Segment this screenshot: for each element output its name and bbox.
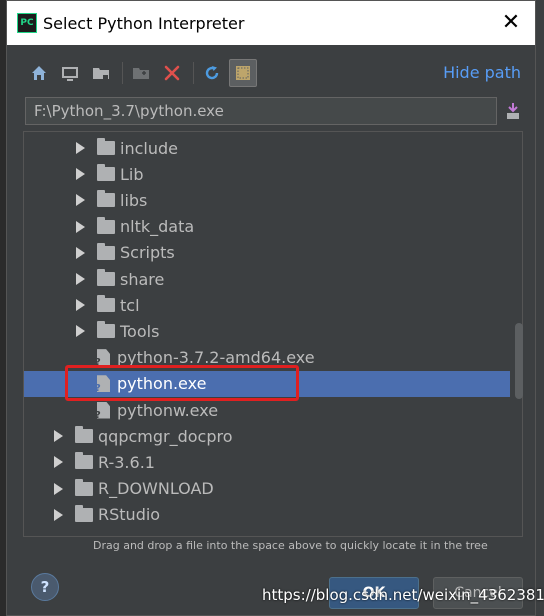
- home-icon[interactable]: [25, 59, 53, 87]
- folder-icon: [97, 321, 115, 339]
- folder-icon: [75, 478, 93, 496]
- tree-row[interactable]: R_DOWNLOAD: [24, 476, 510, 502]
- folder-icon: [97, 216, 115, 234]
- tree-row-label: Scripts: [120, 243, 175, 263]
- watermark-text: https://blog.csdn.net/weixin_43623813: [262, 586, 544, 604]
- expand-arrow-icon[interactable]: [76, 299, 85, 312]
- tree-row-label: Lib: [120, 164, 144, 184]
- toolbar-separator: [193, 62, 194, 84]
- tree-row-label: libs: [120, 190, 148, 210]
- tree-row[interactable]: python-3.7.2-amd64.exe: [24, 345, 510, 371]
- file-icon: [97, 349, 110, 367]
- expand-arrow-icon[interactable]: [76, 168, 85, 181]
- project-folder-icon[interactable]: [87, 59, 115, 87]
- folder-icon: [97, 138, 115, 155]
- tree-row-label: python-3.7.2-amd64.exe: [117, 348, 315, 368]
- path-history-icon[interactable]: [503, 99, 523, 123]
- path-input[interactable]: F:\Python_3.7\python.exe: [25, 97, 497, 125]
- folder-icon: [75, 504, 93, 522]
- tree-row[interactable]: RStudio: [24, 502, 510, 528]
- delete-icon[interactable]: [158, 59, 186, 87]
- drag-drop-hint: Drag and drop a file into the space abov…: [93, 539, 488, 552]
- expand-arrow-icon[interactable]: [76, 142, 85, 154]
- tree-row-label: tcl: [120, 295, 140, 315]
- folder-icon: [97, 164, 115, 182]
- tree-row-label: include: [120, 138, 178, 158]
- folder-icon: [97, 190, 115, 208]
- file-chooser-toolbar: [25, 59, 260, 87]
- tree-row-label: RStudio: [98, 505, 161, 525]
- tree-row[interactable]: Lib: [24, 161, 510, 187]
- expand-arrow-icon[interactable]: [54, 430, 63, 443]
- tree-row[interactable]: libs: [24, 187, 510, 213]
- dialog-title: Select Python Interpreter: [43, 13, 245, 33]
- select-interpreter-dialog: PC Select Python Interpreter ✕ Hide path…: [6, 0, 536, 616]
- folder-icon: [75, 426, 93, 444]
- expand-arrow-icon[interactable]: [54, 482, 63, 495]
- tree-row[interactable]: Scripts: [24, 240, 510, 266]
- refresh-icon[interactable]: [198, 59, 226, 87]
- title-bar: PC Select Python Interpreter ✕: [7, 1, 535, 45]
- hide-path-link[interactable]: Hide path: [443, 63, 521, 82]
- expand-arrow-icon[interactable]: [76, 220, 85, 233]
- folder-icon: [97, 242, 115, 260]
- tree-row[interactable]: include: [24, 135, 510, 161]
- folder-icon: [97, 295, 115, 313]
- expand-arrow-icon[interactable]: [54, 456, 63, 469]
- new-folder-icon[interactable]: [127, 59, 155, 87]
- tree-row[interactable]: pythonw.exe: [24, 397, 510, 423]
- tree-row[interactable]: nltk_data: [24, 214, 510, 240]
- file-tree[interactable]: include Lib libs nltk_data Scripts share tcl To…: [23, 131, 523, 537]
- tree-row-label: qqpcmgr_docpro: [98, 426, 233, 446]
- tree-row-label: share: [120, 269, 165, 289]
- tree-row-label: R_DOWNLOAD: [98, 479, 214, 499]
- tree-row[interactable]: share: [24, 266, 510, 292]
- tree-row[interactable]: R-3.6.1: [24, 449, 510, 475]
- help-button[interactable]: ?: [31, 573, 59, 601]
- close-button[interactable]: ✕: [499, 11, 523, 35]
- tree-row-label: nltk_data: [120, 217, 195, 237]
- expand-arrow-icon[interactable]: [76, 325, 85, 338]
- folder-icon: [97, 269, 115, 286]
- expand-arrow-icon[interactable]: [76, 194, 85, 207]
- tree-row-label: Tools: [120, 321, 160, 341]
- file-icon: [97, 375, 110, 393]
- expand-arrow-icon[interactable]: [54, 508, 63, 521]
- tree-row[interactable]: Tools: [24, 318, 510, 344]
- tree-row-label: pythonw.exe: [117, 400, 219, 420]
- toolbar-separator: [122, 62, 123, 84]
- folder-icon: [75, 452, 93, 470]
- expand-arrow-icon[interactable]: [76, 246, 85, 259]
- tree-row-label: python.exe: [117, 374, 207, 394]
- desktop-icon[interactable]: [56, 59, 84, 87]
- expand-arrow-icon[interactable]: [76, 273, 85, 285]
- pycharm-app-icon: PC: [17, 13, 37, 33]
- tree-row[interactable]: tcl: [24, 292, 510, 318]
- tree-row-label: R-3.6.1: [98, 452, 155, 472]
- tree-row-selected[interactable]: python.exe: [24, 370, 510, 397]
- tree-scrollbar-thumb[interactable]: [515, 323, 523, 399]
- file-icon: [97, 401, 110, 419]
- show-hidden-icon[interactable]: [229, 59, 257, 87]
- tree-row[interactable]: qqpcmgr_docpro: [24, 423, 510, 449]
